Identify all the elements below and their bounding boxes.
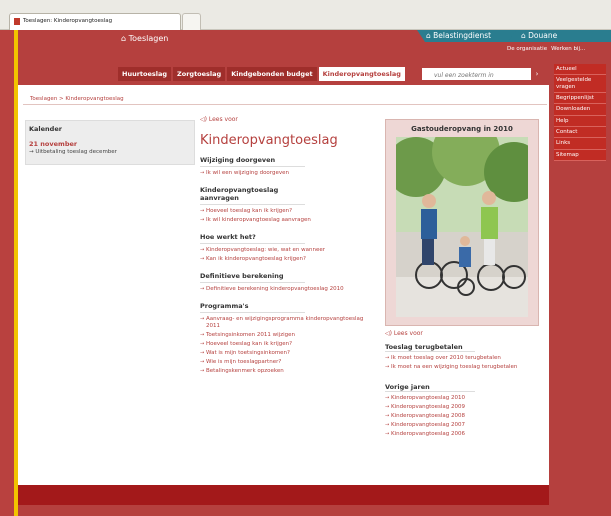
menu-item-help[interactable]: Help xyxy=(554,115,606,127)
family-cycling-photo xyxy=(396,137,528,317)
menu-item-actueel[interactable]: Actueel xyxy=(554,64,606,76)
browser-tabstrip: Toeslagen: Kinderopvangtoeslag xyxy=(0,0,611,30)
link-kan-ik-krijgen[interactable]: Kan ik kinderopvangtoeslag krijgen? xyxy=(200,256,375,263)
section-heading: Toeslag terugbetalen xyxy=(385,343,475,352)
page-footer xyxy=(18,485,549,505)
link-betalingskenmerk[interactable]: Betalingskenmerk opzoeken xyxy=(200,368,375,375)
calendar-date: 21 november xyxy=(29,140,78,148)
link-toetsingsinkomen[interactable]: Wat is mijn toetsingsinkomen? xyxy=(200,350,375,357)
org-links: De organisatie Werken bij... xyxy=(507,46,589,52)
link-hoeveel-toeslag[interactable]: Hoeveel toeslag kan ik krijgen? xyxy=(200,208,375,215)
breadcrumb-divider xyxy=(23,104,547,105)
link-hoeveel-toeslag-2[interactable]: Hoeveel toeslag kan ik krijgen? xyxy=(200,341,375,348)
link-wijziging[interactable]: Ik wil een wijziging doorgeven xyxy=(200,170,375,177)
link-programma-2011[interactable]: Aanvraag- en wijzigingsprogramma kindero… xyxy=(200,316,375,330)
browser-tab[interactable]: Toeslagen: Kinderopvangtoeslag xyxy=(9,13,181,30)
link-terugbetalen-wijziging[interactable]: Ik moet na een wijziging toeslag terugbe… xyxy=(385,364,539,371)
douane-link[interactable]: ⌂ Douane xyxy=(508,30,611,42)
belastingdienst-link[interactable]: ⌂ Belastingdienst xyxy=(417,30,517,42)
calendar-title: Kalender xyxy=(29,125,62,133)
favicon-icon xyxy=(14,18,20,25)
section-heading: Definitieve berekening xyxy=(200,272,305,283)
link-wie-wat-wanneer[interactable]: Kinderopvangtoeslag: wie, wat en wanneer xyxy=(200,247,375,254)
tab-kindgebonden-budget[interactable]: Kindgebonden budget xyxy=(227,67,317,81)
link-toeslagpartner[interactable]: Wie is mijn toeslagpartner? xyxy=(200,359,375,366)
page-title: Kinderopvangtoeslag xyxy=(200,133,338,148)
read-aloud-button[interactable]: ◁) Lees voor xyxy=(200,116,375,123)
left-band xyxy=(0,30,14,516)
tab-huurtoeslag[interactable]: Huurtoeslag xyxy=(118,67,172,81)
link-year-2006[interactable]: Kinderopvangtoeslag 2006 xyxy=(385,431,539,438)
link-year-2010[interactable]: Kinderopvangtoeslag 2010 xyxy=(385,395,539,402)
photo-caption: Gastouderopvang in 2010 xyxy=(411,125,513,133)
search-input[interactable] xyxy=(422,68,531,80)
main-column: ◁) Lees voor Kinderopvangtoeslag Wijzigi… xyxy=(200,116,375,377)
link-year-2009[interactable]: Kinderopvangtoeslag 2009 xyxy=(385,404,539,411)
link-year-2008[interactable]: Kinderopvangtoeslag 2008 xyxy=(385,413,539,420)
link-year-2007[interactable]: Kinderopvangtoeslag 2007 xyxy=(385,422,539,429)
tab-kinderopvangtoeslag[interactable]: Kinderopvangtoeslag xyxy=(318,67,405,81)
menu-item-sitemap[interactable]: Sitemap xyxy=(554,149,606,161)
link-terugbetalen-2010[interactable]: Ik moet toeslag over 2010 terugbetalen xyxy=(385,355,539,362)
menu-item-veelgestelde-vragen[interactable]: Veelgestelde vragen xyxy=(554,75,606,93)
browser-tab-title: Toeslagen: Kinderopvangtoeslag xyxy=(23,18,113,24)
menu-item-downloaden[interactable]: Downloaden xyxy=(554,104,606,116)
tab-zorgtoeslag[interactable]: Zorgtoeslag xyxy=(173,67,226,81)
org-link-werken[interactable]: Werken bij... xyxy=(551,46,585,52)
site-home-link[interactable]: ⌂ Toeslagen xyxy=(121,34,168,43)
calendar-box: Kalender 21 november → Uitbetaling toesl… xyxy=(25,120,195,165)
breadcrumb[interactable]: Toeslagen > Kinderopvangtoeslag xyxy=(28,96,548,102)
photo-box: Gastouderopvang in 2010 xyxy=(385,119,539,326)
link-aanvragen[interactable]: Ik wil kinderopvangtoeslag aanvragen xyxy=(200,217,375,224)
menu-item-links[interactable]: Links xyxy=(554,138,606,150)
section-heading: Vorige jaren xyxy=(385,383,475,392)
search-box: › xyxy=(421,67,544,81)
main-nav: Huurtoeslag Zorgtoeslag Kindgebonden bud… xyxy=(118,67,405,81)
org-link-organisatie[interactable]: De organisatie xyxy=(507,46,547,52)
read-aloud-button-right[interactable]: ◁) Lees voor xyxy=(385,330,539,337)
section-heading: Kinderopvangtoeslag aanvragen xyxy=(200,186,305,205)
search-button[interactable]: › xyxy=(531,68,543,80)
section-heading: Hoe werkt het? xyxy=(200,233,305,244)
menu-item-begrippenlijst[interactable]: Begrippenlijst xyxy=(554,92,606,105)
calendar-event[interactable]: → Uitbetaling toeslag december xyxy=(26,148,194,155)
right-menu: Actueel Veelgestelde vragen Begrippenlij… xyxy=(554,64,606,161)
menu-item-contact[interactable]: Contact xyxy=(554,126,606,139)
section-heading: Programma's xyxy=(200,302,305,313)
link-toetsingsinkomen-wijzigen[interactable]: Toetsingsinkomen 2011 wijzigen xyxy=(200,332,375,339)
new-tab-button[interactable] xyxy=(182,13,201,30)
right-column: Gastouderopvang in 2010 ◁) Lees voor Toe… xyxy=(385,119,539,440)
section-heading: Wijziging doorgeven xyxy=(200,156,305,167)
link-definitieve-berekening[interactable]: Definitieve berekening kinderopvangtoesl… xyxy=(200,286,375,293)
